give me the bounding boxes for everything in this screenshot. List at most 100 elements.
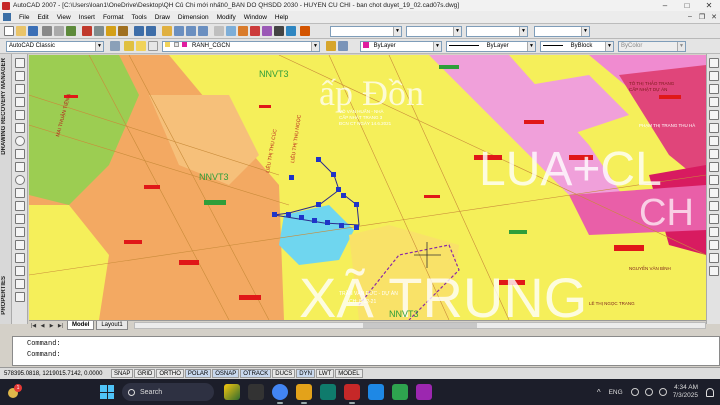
polar-toggle[interactable]: POLAR [184, 369, 212, 378]
arc-icon[interactable] [15, 123, 25, 133]
lwt-toggle[interactable]: LWT [315, 369, 335, 378]
design-center-icon[interactable] [226, 26, 236, 36]
osnap-toggle[interactable]: OSNAP [212, 369, 240, 378]
fillet-icon[interactable] [709, 240, 719, 250]
grid-toggle[interactable]: GRID [134, 369, 156, 378]
help-icon[interactable] [286, 26, 296, 36]
multiline-text-icon[interactable] [15, 292, 25, 302]
rotate-icon[interactable] [709, 136, 719, 146]
circle-icon[interactable] [15, 136, 25, 146]
tab-next-button[interactable]: ▶ [47, 322, 56, 330]
dim-style-combo[interactable]: ▼ [406, 26, 462, 37]
calculator-icon[interactable] [274, 26, 284, 36]
make-block-icon[interactable] [15, 214, 25, 224]
battery-icon[interactable] [658, 388, 667, 396]
extend-icon[interactable] [709, 188, 719, 198]
tab-prev-button[interactable]: ◀ [38, 322, 47, 330]
make-current-layer-icon[interactable] [326, 41, 336, 51]
tab-model[interactable]: Model [67, 321, 95, 330]
coordinates-readout[interactable]: 578395.0818, 1219015.7142, 0.0000 [0, 371, 110, 377]
save-icon[interactable] [28, 26, 38, 36]
tray-overflow-chevron-icon[interactable]: ^ [597, 388, 601, 397]
autocad-taskbar-icon[interactable] [344, 384, 360, 404]
layer-freeze-icon[interactable] [148, 41, 158, 51]
color-combo[interactable]: ByLayer ▼ [360, 41, 442, 52]
publish-icon[interactable] [66, 26, 76, 36]
menu-window[interactable]: Window [240, 14, 271, 21]
table-style-combo[interactable]: ▼ [466, 26, 528, 37]
command-prompt[interactable]: Command: [13, 350, 719, 361]
trim-icon[interactable] [709, 175, 719, 185]
copilot-icon[interactable] [224, 384, 240, 400]
markup-icon[interactable] [262, 26, 272, 36]
taskbar-search-box[interactable]: Search [122, 383, 214, 401]
menu-modify[interactable]: Modify [213, 14, 240, 21]
file-explorer-icon[interactable] [296, 384, 312, 404]
ortho-toggle[interactable]: ORTHO [156, 369, 184, 378]
drawing-document-icon[interactable] [3, 13, 11, 21]
text-style-combo[interactable]: ▼ [330, 26, 402, 37]
ellipse-icon[interactable] [15, 175, 25, 185]
tab-layout1[interactable]: Layout1 [96, 321, 128, 330]
point-icon[interactable] [15, 227, 25, 237]
stretch-icon[interactable] [709, 162, 719, 172]
ducs-toggle[interactable]: DUCS [272, 369, 296, 378]
vertical-scrollbar-up-icon[interactable] [709, 266, 719, 276]
redo-icon[interactable] [146, 26, 156, 36]
join-icon[interactable] [709, 214, 719, 224]
wifi-icon[interactable] [630, 388, 639, 396]
multileader-style-combo[interactable]: ▼ [534, 26, 590, 37]
gradient-icon[interactable] [15, 253, 25, 263]
explode-icon[interactable] [709, 253, 719, 263]
menu-tools[interactable]: Tools [128, 14, 151, 21]
properties-palette-label[interactable]: PROPERTIES [1, 276, 7, 315]
excel-icon[interactable] [392, 384, 408, 400]
doc-minimize-button[interactable]: – [684, 13, 696, 21]
chamfer-icon[interactable] [709, 227, 719, 237]
notification-bell-icon[interactable] [706, 387, 714, 397]
menu-help[interactable]: Help [271, 14, 292, 21]
table-icon[interactable] [15, 279, 25, 289]
edge-icon[interactable] [320, 384, 336, 400]
chrome-icon[interactable] [272, 384, 288, 404]
zalo-icon[interactable] [368, 384, 384, 400]
map-drawing[interactable]: ấp Đồn LUA+CL XÃ TRUNG CH NNVT3 NNVT3 NN… [29, 55, 706, 320]
input-language[interactable]: ENG [609, 389, 623, 396]
lineweight-combo[interactable]: ByBlock ▼ [540, 41, 614, 52]
move-icon[interactable] [709, 123, 719, 133]
menu-format[interactable]: Format [99, 14, 128, 21]
menu-view[interactable]: View [53, 14, 75, 21]
ellipse-arc-icon[interactable] [15, 188, 25, 198]
zoom-window-icon[interactable] [186, 26, 196, 36]
erase-icon[interactable] [709, 58, 719, 68]
offset-icon[interactable] [709, 97, 719, 107]
layer-manager-icon[interactable] [124, 41, 134, 51]
maximize-button[interactable]: □ [676, 0, 698, 11]
properties-icon[interactable] [214, 26, 224, 36]
scale-icon[interactable] [709, 149, 719, 159]
sheet-set-icon[interactable] [250, 26, 260, 36]
tab-first-button[interactable]: |◀ [29, 322, 38, 330]
app-icon[interactable] [416, 384, 432, 400]
zoom-previous-icon[interactable] [198, 26, 208, 36]
break-icon[interactable] [709, 201, 719, 211]
pan-icon[interactable] [162, 26, 172, 36]
doc-restore-button[interactable]: ❐ [696, 13, 708, 21]
layer-combo[interactable]: RANH_CGCN ▼ [162, 41, 320, 52]
copy-icon[interactable] [94, 26, 104, 36]
hatch-icon[interactable] [15, 240, 25, 250]
cut-icon[interactable] [82, 26, 92, 36]
workspace-combo[interactable]: AutoCAD Classic ▼ [6, 41, 104, 52]
windows-start-icon[interactable] [100, 385, 114, 399]
weather-widget[interactable]: 1 [4, 382, 44, 402]
array-icon[interactable] [709, 110, 719, 120]
task-view-icon[interactable] [248, 384, 264, 400]
open-icon[interactable] [16, 26, 26, 36]
mirror-icon[interactable] [709, 84, 719, 94]
menu-dimension[interactable]: Dimension [174, 14, 213, 21]
drawing-canvas[interactable]: ấp Đồn LUA+CL XÃ TRUNG CH NNVT3 NNVT3 NN… [29, 55, 706, 320]
insert-block-icon[interactable] [15, 201, 25, 211]
drawing-recovery-manager-label[interactable]: DRAWING RECOVERY MANAGER [1, 58, 7, 155]
plot-icon[interactable] [42, 26, 52, 36]
line-icon[interactable] [15, 58, 25, 68]
